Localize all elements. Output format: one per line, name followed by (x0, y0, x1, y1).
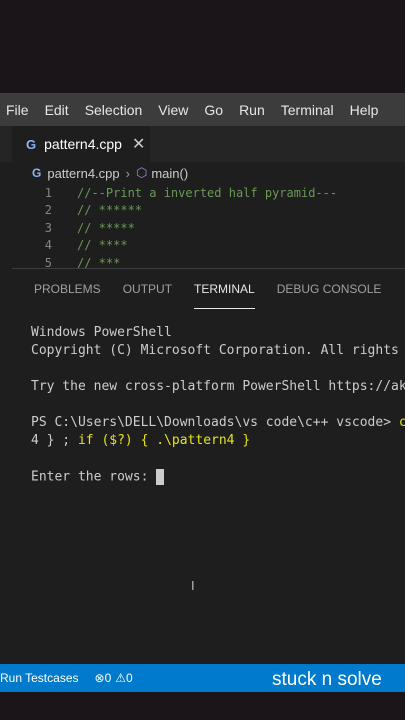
code-text: // ****** (77, 203, 143, 218)
breadcrumb-symbol[interactable]: main() (151, 166, 188, 181)
terminal-blank (31, 361, 405, 379)
vscode-window: File Edit Selection View Go Run Terminal… (0, 93, 405, 665)
code-line: 3 // ***** (12, 219, 405, 237)
menu-file[interactable]: File (6, 102, 29, 118)
menu-go[interactable]: Go (204, 102, 223, 118)
line-number: 4 (44, 238, 52, 253)
bottom-panel: PROBLEMS OUTPUT TERMINAL DEBUG CONSOLE W… (12, 268, 405, 665)
terminal-line: Try the new cross-platform PowerShell ht… (31, 379, 405, 394)
terminal-cursor[interactable] (156, 469, 165, 485)
cpp-icon: G (32, 166, 42, 180)
video-top-bar (0, 0, 405, 93)
error-icon[interactable]: ⊗ (95, 671, 105, 685)
code-text: // ***** (77, 220, 135, 235)
menu-run[interactable]: Run (239, 102, 265, 118)
breadcrumb-file[interactable]: pattern4.cpp (47, 166, 119, 181)
menu-terminal[interactable]: Terminal (281, 102, 334, 118)
terminal-command: if ($?) { .\pattern4 } (77, 433, 251, 448)
tab-debug-console[interactable]: DEBUG CONSOLE (277, 269, 382, 309)
warning-icon[interactable]: ⚠ (115, 671, 126, 685)
warning-count: 0 (126, 671, 133, 685)
terminal-output[interactable]: Windows PowerShell Copyright (C) Microso… (31, 325, 405, 487)
editor-tab-bar: G pattern4.cpp ✕ (0, 126, 405, 162)
code-text: // *** (77, 255, 121, 268)
terminal-blank (31, 397, 405, 415)
menu-help[interactable]: Help (350, 102, 379, 118)
menu-edit[interactable]: Edit (45, 102, 69, 118)
chevron-right-icon: › (125, 165, 130, 181)
editor-tab-pattern4[interactable]: G pattern4.cpp ✕ (12, 126, 150, 162)
terminal-text: 4 } ; (31, 433, 78, 448)
video-bottom-bar (0, 692, 405, 720)
terminal-line: Copyright (C) Microsoft Corporation. All… (31, 343, 399, 358)
close-icon[interactable]: ✕ (132, 134, 145, 154)
menu-bar: File Edit Selection View Go Run Terminal… (0, 93, 405, 126)
terminal-line: Windows PowerShell (31, 325, 172, 340)
terminal-command: cd (398, 415, 405, 430)
mouse-ibeam-icon: I (191, 578, 195, 593)
tab-terminal[interactable]: TERMINAL (194, 269, 255, 309)
function-cube-icon: ⬡ (135, 165, 148, 180)
cpp-icon: G (26, 136, 37, 152)
error-count: 0 (104, 671, 112, 685)
breadcrumb: G pattern4.cpp › ⬡ main() (12, 162, 405, 184)
code-text: // **** (77, 238, 128, 253)
terminal-blank (31, 451, 405, 469)
code-line: 1 //--Print a inverted half pyramid--- (12, 184, 405, 202)
line-number: 5 (44, 255, 52, 268)
line-number: 2 (44, 203, 52, 218)
terminal-input-line: Enter the rows: (31, 469, 405, 487)
code-line: 2 // ****** (12, 202, 405, 220)
terminal-prompt-line: PS C:\Users\DELL\Downloads\vs code\c++ v… (31, 415, 405, 433)
code-line: 4 // **** (12, 237, 405, 255)
code-editor[interactable]: 1 //--Print a inverted half pyramid--- 2… (12, 184, 405, 268)
tab-label: pattern4.cpp (44, 136, 122, 152)
code-line: 5 // *** (12, 254, 405, 268)
terminal-line: 4 } ; if ($?) { .\pattern4 } (31, 433, 405, 451)
menu-view[interactable]: View (158, 102, 188, 118)
brand-watermark: stuck n solve (272, 669, 382, 690)
terminal-prompt: PS C:\Users\DELL\Downloads\vs code\c++ v… (31, 415, 399, 430)
code-text: //--Print a inverted half pyramid--- (77, 185, 338, 200)
run-testcases-button[interactable]: Run Testcases (0, 671, 79, 685)
line-number: 3 (44, 220, 52, 235)
line-number: 1 (44, 185, 52, 200)
panel-tabs: PROBLEMS OUTPUT TERMINAL DEBUG CONSOLE (12, 269, 405, 309)
tab-problems[interactable]: PROBLEMS (34, 269, 101, 309)
terminal-input-prompt: Enter the rows: (31, 469, 157, 485)
tab-output[interactable]: OUTPUT (123, 269, 172, 309)
menu-selection[interactable]: Selection (85, 102, 143, 118)
